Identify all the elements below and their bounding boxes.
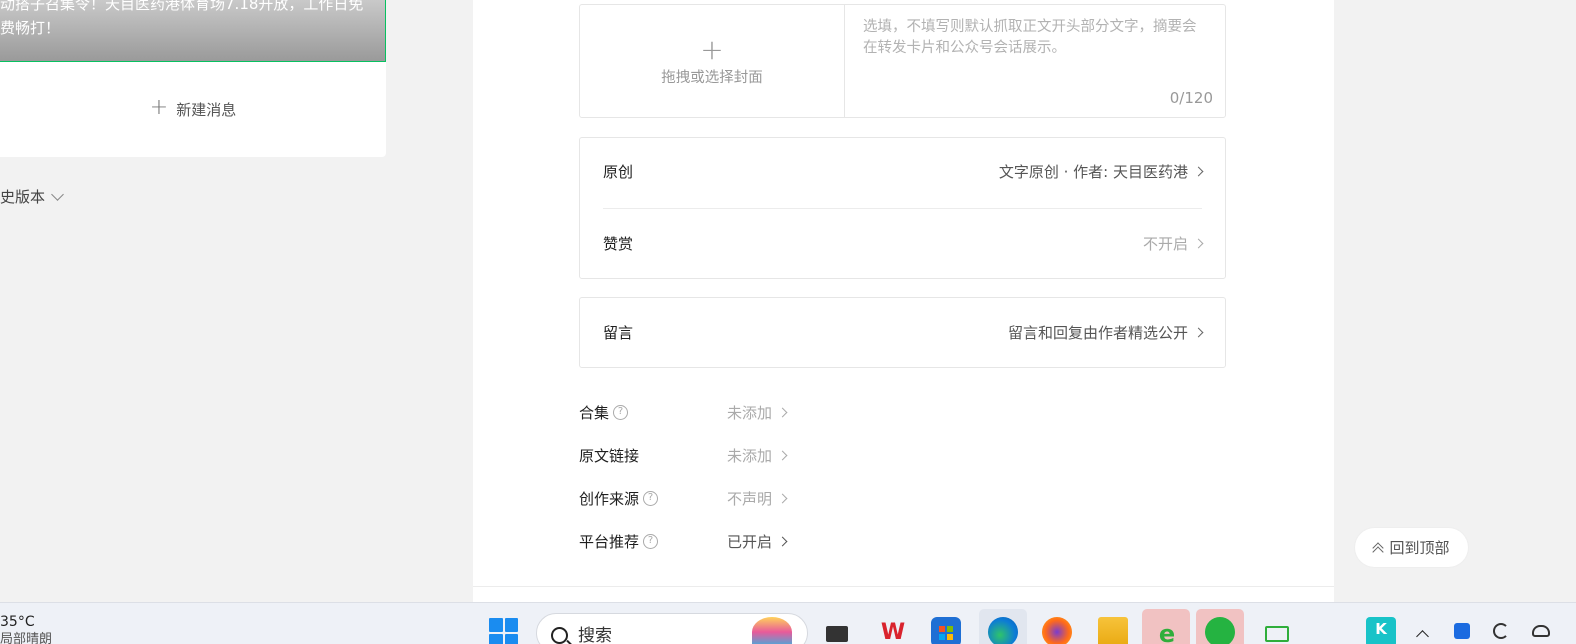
divider — [603, 208, 1202, 209]
platform-recommend-value: 已开启 — [727, 532, 773, 551]
back-to-top-label: 回到顶部 — [1389, 539, 1450, 557]
new-message-button[interactable]: + 新建消息 — [0, 92, 386, 126]
option-row-source-link: 原文链接 未添加 — [579, 444, 879, 466]
reward-setting-row[interactable]: 赞赏 不开启 — [603, 233, 1204, 254]
cover-upload-button[interactable]: + 拖拽或选择封面 — [580, 5, 845, 117]
weather-desc: 局部晴朗 — [0, 632, 53, 644]
kugou-icon[interactable]: K — [1366, 617, 1396, 644]
file-explorer-icon[interactable] — [1098, 617, 1128, 644]
original-setting-row[interactable]: 原创 文字原创 · 作者: 天目医药港 — [603, 161, 1204, 182]
collection-label: 合集 — [579, 403, 610, 422]
comment-value-wrap: 留言和回复由作者精选公开 — [1007, 322, 1204, 343]
wps-icon[interactable]: W — [878, 617, 908, 644]
chevron-right-icon — [1193, 327, 1204, 338]
article-settings-panel: + 拖拽或选择封面 选填，不填写则默认抓取正文开头部分文字，摘要会在转发卡片和公… — [473, 0, 1334, 604]
double-chevron-up-icon — [1373, 542, 1383, 554]
reward-value: 不开启 — [1142, 235, 1188, 253]
microsoft-store-icon[interactable] — [931, 617, 961, 644]
original-reward-box: 原创 文字原创 · 作者: 天目医药港 赞赏 不开启 — [579, 137, 1226, 279]
tray-app-icon[interactable] — [1452, 621, 1472, 641]
article-list-card: 动搭子召集令！天目医药港体育场7.18开放，工作日免费畅打！ + 新建消息 — [0, 0, 386, 157]
remote-desktop-icon[interactable] — [1262, 617, 1292, 644]
comment-value: 留言和回复由作者精选公开 — [1007, 324, 1188, 342]
article-item-selected[interactable]: 动搭子召集令！天目医药港体育场7.18开放，工作日免费畅打！ — [0, 0, 386, 62]
collection-value: 未添加 — [727, 403, 773, 422]
comment-label: 留言 — [603, 324, 634, 342]
source-link-value: 未添加 — [727, 446, 773, 465]
original-value: 文字原创 · 作者: 天目医药港 — [998, 163, 1188, 181]
history-version-dropdown[interactable]: 史版本 — [0, 186, 64, 207]
help-icon[interactable]: ? — [643, 533, 659, 549]
chevron-right-icon — [777, 407, 788, 417]
article-title: 动搭子召集令！天目医药港体育场7.18开放，工作日免费畅打！ — [0, 0, 364, 37]
plus-icon: + — [700, 32, 724, 66]
edge-icon[interactable] — [988, 617, 1018, 644]
creation-source-value-button[interactable]: 不声明 — [727, 488, 788, 509]
option-row-creation-source: 创作来源 ? 不声明 — [579, 487, 879, 509]
search-highlight-icon — [752, 617, 792, 644]
network-offline-icon[interactable] — [1531, 621, 1551, 641]
platform-recommend-label: 平台推荐 — [579, 532, 640, 551]
option-row-platform-recommend: 平台推荐 ? 已开启 — [579, 530, 879, 552]
chevron-down-icon — [51, 187, 64, 201]
original-label: 原创 — [603, 163, 634, 181]
weather-widget[interactable]: 35°C 局部晴朗 — [0, 613, 52, 644]
wechat-icon[interactable] — [1205, 617, 1235, 644]
task-view-icon[interactable] — [822, 617, 852, 644]
history-label: 史版本 — [0, 188, 46, 206]
help-icon[interactable]: ? — [643, 490, 659, 506]
reward-label: 赞赏 — [603, 235, 634, 253]
creation-source-label: 创作来源 — [579, 489, 640, 508]
chevron-up-icon[interactable] — [1412, 623, 1432, 643]
chevron-right-icon — [1193, 166, 1204, 177]
chevron-right-icon — [777, 536, 788, 546]
summary-placeholder: 选填，不填写则默认抓取正文开头部分文字，摘要会在转发卡片和公众号会话展示。 — [863, 19, 1197, 56]
cover-summary-box: + 拖拽或选择封面 选填，不填写则默认抓取正文开头部分文字，摘要会在转发卡片和公… — [579, 4, 1226, 118]
search-icon — [551, 626, 568, 644]
original-value-wrap: 文字原创 · 作者: 天目医药港 — [998, 161, 1204, 182]
weather-temp: 35°C — [0, 614, 35, 630]
windows-start-icon[interactable] — [489, 618, 518, 644]
taskbar-search-label: 搜索 — [578, 625, 612, 644]
chevron-right-icon — [777, 493, 788, 503]
help-icon[interactable]: ? — [613, 404, 629, 420]
comment-box: 留言 留言和回复由作者精选公开 — [579, 297, 1226, 368]
firefox-icon[interactable] — [1042, 617, 1072, 644]
ie-browser-icon[interactable]: e — [1152, 617, 1182, 644]
chevron-right-icon — [1193, 238, 1204, 249]
reward-value-wrap: 不开启 — [1142, 233, 1204, 254]
plus-icon: + — [149, 94, 169, 120]
source-link-label: 原文链接 — [579, 446, 640, 465]
option-row-collection: 合集 ? 未添加 — [579, 401, 879, 423]
new-message-label: 新建消息 — [176, 100, 237, 119]
cover-upload-label: 拖拽或选择封面 — [661, 69, 763, 86]
back-to-top-button[interactable]: 回到顶部 — [1355, 528, 1468, 567]
summary-char-count: 0/120 — [1169, 89, 1213, 107]
chevron-right-icon — [777, 450, 788, 460]
creation-source-value: 不声明 — [727, 489, 773, 508]
summary-textarea[interactable]: 选填，不填写则默认抓取正文开头部分文字，摘要会在转发卡片和公众号会话展示。 0/… — [845, 5, 1225, 117]
sync-icon[interactable] — [1491, 621, 1511, 641]
source-link-value-button[interactable]: 未添加 — [727, 445, 788, 466]
platform-recommend-value-button[interactable]: 已开启 — [727, 531, 788, 552]
windows-taskbar: 35°C 局部晴朗 搜索 W e K — [0, 602, 1576, 644]
divider — [473, 586, 1334, 587]
comment-setting-row[interactable]: 留言 留言和回复由作者精选公开 — [603, 322, 1204, 343]
collection-value-button[interactable]: 未添加 — [727, 402, 788, 423]
